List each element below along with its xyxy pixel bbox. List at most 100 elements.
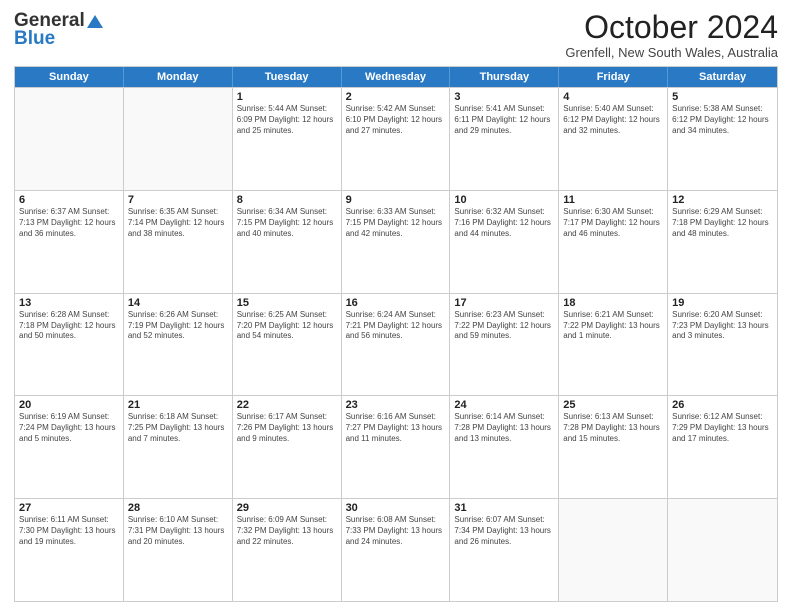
calendar-body: 1Sunrise: 5:44 AM Sunset: 6:09 PM Daylig… [15,87,777,601]
day-info: Sunrise: 5:40 AM Sunset: 6:12 PM Dayligh… [563,104,663,136]
cal-cell-3-2: 22Sunrise: 6:17 AM Sunset: 7:26 PM Dayli… [233,396,342,498]
cal-cell-0-2: 1Sunrise: 5:44 AM Sunset: 6:09 PM Daylig… [233,88,342,190]
header: General Blue October 2024 Grenfell, New … [14,10,778,60]
cal-cell-3-5: 25Sunrise: 6:13 AM Sunset: 7:28 PM Dayli… [559,396,668,498]
day-info: Sunrise: 6:11 AM Sunset: 7:30 PM Dayligh… [19,515,119,547]
day-number: 1 [237,91,337,103]
day-number: 7 [128,194,228,206]
day-number: 12 [672,194,773,206]
cal-cell-2-6: 19Sunrise: 6:20 AM Sunset: 7:23 PM Dayli… [668,294,777,396]
day-info: Sunrise: 5:41 AM Sunset: 6:11 PM Dayligh… [454,104,554,136]
cal-cell-1-5: 11Sunrise: 6:30 AM Sunset: 7:17 PM Dayli… [559,191,668,293]
cal-cell-1-6: 12Sunrise: 6:29 AM Sunset: 7:18 PM Dayli… [668,191,777,293]
day-info: Sunrise: 6:10 AM Sunset: 7:31 PM Dayligh… [128,515,228,547]
day-number: 17 [454,297,554,309]
header-day-friday: Friday [559,67,668,87]
day-info: Sunrise: 6:34 AM Sunset: 7:15 PM Dayligh… [237,207,337,239]
calendar: SundayMondayTuesdayWednesdayThursdayFrid… [14,66,778,602]
cal-cell-3-1: 21Sunrise: 6:18 AM Sunset: 7:25 PM Dayli… [124,396,233,498]
cal-cell-2-0: 13Sunrise: 6:28 AM Sunset: 7:18 PM Dayli… [15,294,124,396]
header-day-tuesday: Tuesday [233,67,342,87]
day-info: Sunrise: 6:16 AM Sunset: 7:27 PM Dayligh… [346,412,446,444]
page: General Blue October 2024 Grenfell, New … [0,0,792,612]
month-title: October 2024 [565,10,778,45]
day-number: 5 [672,91,773,103]
cal-cell-3-3: 23Sunrise: 6:16 AM Sunset: 7:27 PM Dayli… [342,396,451,498]
day-info: Sunrise: 6:09 AM Sunset: 7:32 PM Dayligh… [237,515,337,547]
cal-cell-4-4: 31Sunrise: 6:07 AM Sunset: 7:34 PM Dayli… [450,499,559,601]
day-number: 30 [346,502,446,514]
day-info: Sunrise: 6:28 AM Sunset: 7:18 PM Dayligh… [19,310,119,342]
cal-cell-0-5: 4Sunrise: 5:40 AM Sunset: 6:12 PM Daylig… [559,88,668,190]
day-number: 26 [672,399,773,411]
cal-cell-1-3: 9Sunrise: 6:33 AM Sunset: 7:15 PM Daylig… [342,191,451,293]
cal-cell-2-2: 15Sunrise: 6:25 AM Sunset: 7:20 PM Dayli… [233,294,342,396]
cal-cell-4-3: 30Sunrise: 6:08 AM Sunset: 7:33 PM Dayli… [342,499,451,601]
day-number: 18 [563,297,663,309]
day-number: 21 [128,399,228,411]
cal-cell-2-3: 16Sunrise: 6:24 AM Sunset: 7:21 PM Dayli… [342,294,451,396]
header-day-wednesday: Wednesday [342,67,451,87]
week-row-4: 20Sunrise: 6:19 AM Sunset: 7:24 PM Dayli… [15,395,777,498]
day-info: Sunrise: 6:33 AM Sunset: 7:15 PM Dayligh… [346,207,446,239]
day-info: Sunrise: 6:23 AM Sunset: 7:22 PM Dayligh… [454,310,554,342]
week-row-5: 27Sunrise: 6:11 AM Sunset: 7:30 PM Dayli… [15,498,777,601]
title-block: October 2024 Grenfell, New South Wales, … [565,10,778,60]
day-info: Sunrise: 6:13 AM Sunset: 7:28 PM Dayligh… [563,412,663,444]
cal-cell-2-4: 17Sunrise: 6:23 AM Sunset: 7:22 PM Dayli… [450,294,559,396]
day-number: 23 [346,399,446,411]
day-info: Sunrise: 6:35 AM Sunset: 7:14 PM Dayligh… [128,207,228,239]
day-number: 6 [19,194,119,206]
day-number: 10 [454,194,554,206]
day-number: 16 [346,297,446,309]
header-day-monday: Monday [124,67,233,87]
day-info: Sunrise: 5:42 AM Sunset: 6:10 PM Dayligh… [346,104,446,136]
day-number: 8 [237,194,337,206]
header-day-sunday: Sunday [15,67,124,87]
week-row-3: 13Sunrise: 6:28 AM Sunset: 7:18 PM Dayli… [15,293,777,396]
day-number: 19 [672,297,773,309]
day-number: 3 [454,91,554,103]
day-info: Sunrise: 6:17 AM Sunset: 7:26 PM Dayligh… [237,412,337,444]
logo: General Blue [14,10,103,50]
cal-cell-3-6: 26Sunrise: 6:12 AM Sunset: 7:29 PM Dayli… [668,396,777,498]
cal-cell-4-0: 27Sunrise: 6:11 AM Sunset: 7:30 PM Dayli… [15,499,124,601]
day-number: 15 [237,297,337,309]
day-number: 11 [563,194,663,206]
subtitle: Grenfell, New South Wales, Australia [565,45,778,60]
day-info: Sunrise: 6:30 AM Sunset: 7:17 PM Dayligh… [563,207,663,239]
cal-cell-0-1 [124,88,233,190]
day-number: 14 [128,297,228,309]
cal-cell-1-2: 8Sunrise: 6:34 AM Sunset: 7:15 PM Daylig… [233,191,342,293]
day-number: 9 [346,194,446,206]
week-row-2: 6Sunrise: 6:37 AM Sunset: 7:13 PM Daylig… [15,190,777,293]
day-number: 31 [454,502,554,514]
day-info: Sunrise: 6:07 AM Sunset: 7:34 PM Dayligh… [454,515,554,547]
cal-cell-2-1: 14Sunrise: 6:26 AM Sunset: 7:19 PM Dayli… [124,294,233,396]
day-number: 28 [128,502,228,514]
day-info: Sunrise: 6:20 AM Sunset: 7:23 PM Dayligh… [672,310,773,342]
cal-cell-4-2: 29Sunrise: 6:09 AM Sunset: 7:32 PM Dayli… [233,499,342,601]
cal-cell-2-5: 18Sunrise: 6:21 AM Sunset: 7:22 PM Dayli… [559,294,668,396]
day-info: Sunrise: 6:29 AM Sunset: 7:18 PM Dayligh… [672,207,773,239]
day-info: Sunrise: 6:08 AM Sunset: 7:33 PM Dayligh… [346,515,446,547]
day-info: Sunrise: 6:12 AM Sunset: 7:29 PM Dayligh… [672,412,773,444]
week-row-1: 1Sunrise: 5:44 AM Sunset: 6:09 PM Daylig… [15,87,777,190]
day-info: Sunrise: 6:25 AM Sunset: 7:20 PM Dayligh… [237,310,337,342]
cal-cell-4-6 [668,499,777,601]
cal-cell-3-0: 20Sunrise: 6:19 AM Sunset: 7:24 PM Dayli… [15,396,124,498]
cal-cell-1-1: 7Sunrise: 6:35 AM Sunset: 7:14 PM Daylig… [124,191,233,293]
day-info: Sunrise: 5:38 AM Sunset: 6:12 PM Dayligh… [672,104,773,136]
day-info: Sunrise: 6:24 AM Sunset: 7:21 PM Dayligh… [346,310,446,342]
logo-blue-text: Blue [14,28,55,50]
cal-cell-4-5 [559,499,668,601]
logo-icon [87,15,103,28]
day-number: 29 [237,502,337,514]
cal-cell-4-1: 28Sunrise: 6:10 AM Sunset: 7:31 PM Dayli… [124,499,233,601]
cal-cell-1-4: 10Sunrise: 6:32 AM Sunset: 7:16 PM Dayli… [450,191,559,293]
day-info: Sunrise: 6:32 AM Sunset: 7:16 PM Dayligh… [454,207,554,239]
cal-cell-0-0 [15,88,124,190]
cal-cell-1-0: 6Sunrise: 6:37 AM Sunset: 7:13 PM Daylig… [15,191,124,293]
header-day-saturday: Saturday [668,67,777,87]
day-info: Sunrise: 6:26 AM Sunset: 7:19 PM Dayligh… [128,310,228,342]
